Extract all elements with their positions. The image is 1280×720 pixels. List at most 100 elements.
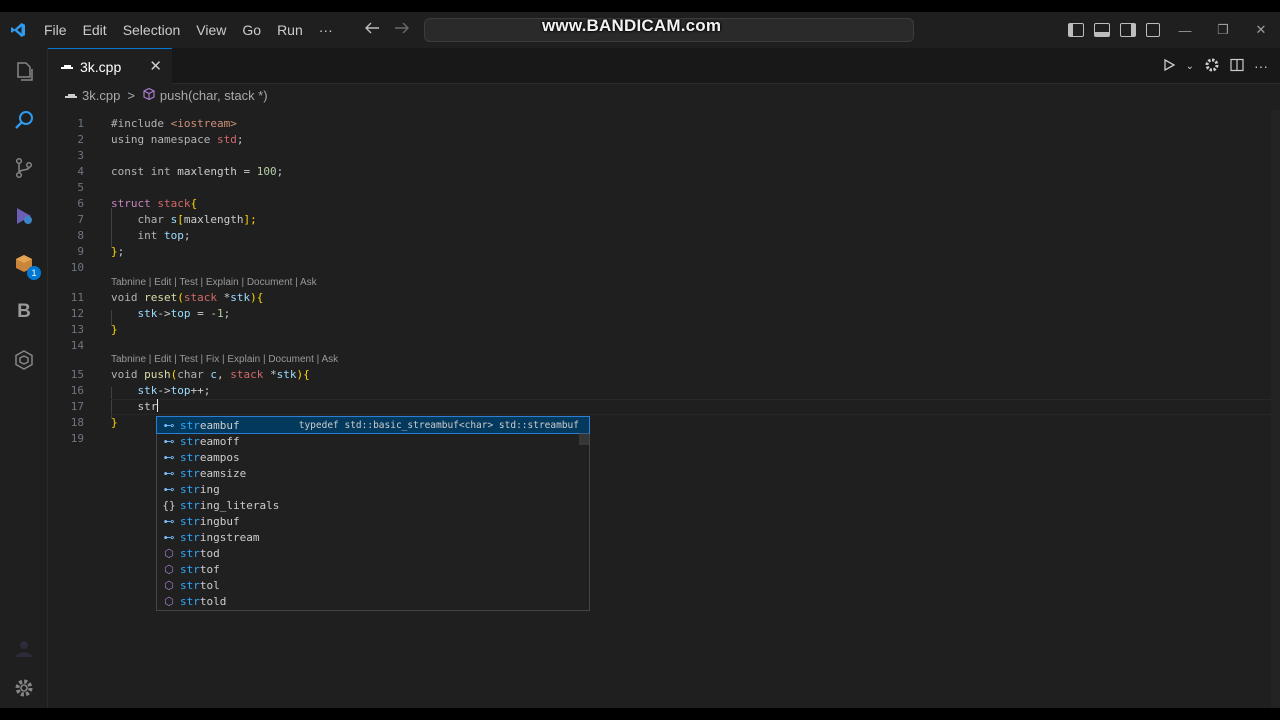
line-number: 17: [70, 400, 84, 413]
menu-bar: File Edit Selection View Go Run ···: [36, 12, 341, 48]
forward-arrow-icon[interactable]: [394, 21, 410, 40]
menu-go[interactable]: Go: [234, 12, 269, 48]
suggestion-label: strtol: [180, 578, 220, 592]
suggestion-label: string: [180, 482, 220, 496]
suggestion-item[interactable]: ⊷ streamsize: [157, 465, 589, 481]
extensions-badge: 1: [27, 266, 41, 280]
suggestion-item[interactable]: ⊷ streamoff: [157, 433, 589, 449]
code-line: 16 stk->top++;: [48, 383, 1280, 399]
breadcrumb-separator: >: [127, 87, 135, 103]
remote-explorer-icon[interactable]: [0, 340, 48, 380]
toggle-panel-icon[interactable]: [1094, 23, 1110, 37]
line-number: 11: [70, 291, 84, 304]
code-line: 4 const int maxlength = 100;: [48, 164, 1280, 180]
class-kind-icon: ⊷: [163, 434, 175, 448]
suggestion-item[interactable]: ⬡ strtold: [157, 593, 589, 609]
suggestion-label: strtod: [180, 546, 220, 560]
suggestion-label: string_literals: [180, 498, 280, 512]
suggestion-label: strtof: [180, 562, 220, 576]
code-line: 7 char s[maxlength];: [48, 212, 1280, 228]
line-number: 5: [77, 181, 84, 194]
menu-edit[interactable]: Edit: [75, 12, 115, 48]
breadcrumb-file-icon: [64, 88, 78, 103]
menu-more[interactable]: ···: [311, 12, 341, 48]
suggestion-item[interactable]: ⬡ strtof: [157, 561, 589, 577]
suggestion-item[interactable]: ⬡ strtol: [157, 577, 589, 593]
accounts-icon[interactable]: [0, 628, 48, 668]
toggle-primary-sidebar-icon[interactable]: [1068, 23, 1084, 37]
customize-layout-icon[interactable]: [1146, 23, 1160, 37]
back-arrow-icon[interactable]: [364, 21, 380, 40]
suggestion-item[interactable]: ⊷ stringbuf: [157, 513, 589, 529]
tab-3k-cpp[interactable]: 3k.cpp ✕: [48, 48, 172, 84]
menu-view[interactable]: View: [188, 12, 234, 48]
line-number: 4: [77, 165, 84, 178]
manage-gear-icon[interactable]: [0, 668, 48, 708]
suggestion-label: strtold: [180, 594, 227, 608]
code-line: 12 stk->top = -1;: [48, 306, 1280, 322]
search-icon[interactable]: [0, 100, 48, 140]
vscode-window: File Edit Selection View Go Run ··· www.…: [0, 12, 1280, 708]
menu-file[interactable]: File: [36, 12, 75, 48]
code-line: 10: [48, 260, 1280, 276]
class-kind-icon: ⊷: [163, 514, 175, 528]
suggestion-label: stringstream: [180, 530, 260, 544]
breadcrumb-file[interactable]: 3k.cpp: [82, 88, 120, 103]
restore-icon[interactable]: ❐: [1204, 22, 1242, 38]
code-line: 8 int top;: [48, 228, 1280, 244]
function-kind-icon: ⬡: [164, 594, 174, 608]
line-number: 2: [77, 133, 84, 146]
close-window-icon[interactable]: ✕: [1242, 22, 1280, 38]
code-line: 14: [48, 338, 1280, 354]
line-number: 7: [77, 213, 84, 226]
tab-label: 3k.cpp: [80, 58, 122, 75]
chevron-down-icon[interactable]: ⌄: [1186, 61, 1194, 72]
code-line: 6 struct stack{: [48, 196, 1280, 212]
suggestion-label: streampos: [180, 450, 240, 464]
code-line: 5: [48, 180, 1280, 196]
menu-run[interactable]: Run: [269, 12, 311, 48]
line-number: 8: [77, 229, 84, 242]
class-kind-icon: ⊷: [163, 530, 175, 544]
code-line: 9 };: [48, 244, 1280, 260]
codelens-reset[interactable]: Tabnine | Edit | Test | Explain | Docume…: [111, 276, 317, 290]
suggestions-scrollbar[interactable]: [579, 433, 589, 445]
suggestion-detail: typedef std::basic_streambuf<char> std::…: [298, 419, 579, 431]
run-icon[interactable]: [1162, 58, 1176, 75]
line-number: 1: [77, 117, 84, 130]
toggle-secondary-sidebar-icon[interactable]: [1120, 23, 1136, 37]
code-line: 15 void push(char c, stack *stk){: [48, 367, 1280, 383]
bookmarks-icon[interactable]: B: [0, 292, 48, 332]
close-tab-icon[interactable]: ✕: [149, 57, 162, 75]
split-editor-icon[interactable]: [1230, 58, 1244, 75]
suggestion-item[interactable]: ⊷ streambuf typedef std::basic_streambuf<c…: [156, 416, 590, 434]
codelens-push[interactable]: Tabnine | Edit | Test | Fix | Explain | …: [111, 353, 338, 367]
minimize-icon[interactable]: —: [1166, 23, 1204, 38]
suggestion-item[interactable]: ⬡ strtod: [157, 545, 589, 561]
bandicam-watermark: www.BANDICAM.com: [542, 16, 722, 35]
more-actions-icon[interactable]: ···: [1254, 58, 1268, 74]
vertical-scrollbar[interactable]: [1271, 110, 1280, 708]
namespace-kind-icon: {}: [162, 498, 176, 512]
layout-controls: [1068, 12, 1160, 48]
code-line: 13 }: [48, 322, 1280, 338]
explorer-icon[interactable]: [0, 52, 48, 92]
window-controls: — ❐ ✕: [1166, 12, 1280, 48]
run-debug-icon[interactable]: [0, 196, 48, 236]
breadcrumb-symbol[interactable]: push(char, stack *): [160, 88, 268, 103]
suggestion-item[interactable]: ⊷ string: [157, 481, 589, 497]
extensions-icon[interactable]: 1: [0, 244, 48, 284]
suggestion-label: stringbuf: [180, 514, 240, 528]
line-number: 13: [70, 323, 84, 336]
source-control-icon[interactable]: [0, 148, 48, 188]
text-cursor: [157, 399, 159, 412]
activity-bar: 1 B: [0, 48, 48, 708]
suggestion-item[interactable]: ⊷ streampos: [157, 449, 589, 465]
menu-selection[interactable]: Selection: [115, 12, 189, 48]
suggestion-label: streambuf: [180, 418, 240, 432]
code-editor[interactable]: 1 #include <iostream> 2 using namespace …: [48, 106, 1280, 708]
line-number: 19: [70, 432, 84, 445]
suggestion-item[interactable]: ⊷ stringstream: [157, 529, 589, 545]
settings-gear-icon[interactable]: [1204, 57, 1220, 76]
suggestion-item[interactable]: {} string_literals: [157, 497, 589, 513]
